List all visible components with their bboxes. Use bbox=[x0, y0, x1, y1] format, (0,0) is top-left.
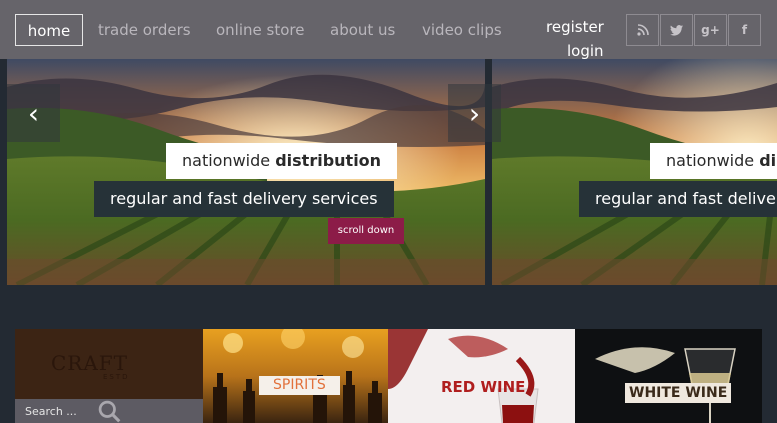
category-tile-spirits[interactable]: SPIRITS bbox=[203, 329, 388, 423]
nav-trade-orders[interactable]: trade orders bbox=[98, 14, 191, 46]
red-wine-glass-image bbox=[388, 329, 575, 423]
page: home trade orders online store about us … bbox=[0, 0, 777, 423]
search-bar bbox=[15, 399, 203, 423]
register-link[interactable]: register bbox=[546, 18, 604, 36]
slide-title: nationwide distribution bbox=[166, 143, 398, 179]
google-plus-icon[interactable]: g+ bbox=[694, 14, 727, 46]
logo-tile: CRAFT ESTD bbox=[15, 329, 203, 423]
category-tile-white-wine[interactable]: WHITE WINE bbox=[575, 329, 762, 423]
tile-label-spirits: SPIRITS bbox=[259, 376, 340, 395]
category-tile-red-wine[interactable]: RED WINE bbox=[388, 329, 575, 423]
slide-title: nationwide distribution bbox=[650, 143, 777, 179]
brand-logo[interactable]: CRAFT bbox=[51, 351, 128, 375]
search-icon[interactable] bbox=[15, 399, 203, 423]
scroll-down-button[interactable]: scroll down bbox=[328, 218, 404, 244]
slide-subtitle: regular and fast delivery services bbox=[94, 181, 394, 217]
hero-slide-1: nationwide distribution regular and fast… bbox=[7, 59, 485, 285]
tile-label-white-wine: WHITE WINE bbox=[625, 383, 732, 403]
tile-label-red-wine: RED WINE bbox=[441, 378, 526, 396]
nav-about-us[interactable]: about us bbox=[330, 14, 395, 46]
brand-logo-subtext: ESTD bbox=[103, 373, 130, 381]
login-link[interactable]: login bbox=[567, 42, 604, 60]
slider-next-arrow-icon[interactable]: › bbox=[448, 84, 501, 142]
rss-icon[interactable] bbox=[626, 14, 659, 46]
nav-online-store[interactable]: online store bbox=[216, 14, 304, 46]
twitter-icon[interactable] bbox=[660, 14, 693, 46]
slider-prev-arrow-icon[interactable]: ‹ bbox=[7, 84, 60, 142]
facebook-icon[interactable]: f bbox=[728, 14, 761, 46]
nav-video-clips[interactable]: video clips bbox=[422, 14, 502, 46]
hero-slide-2: nationwide distribution regular and fast… bbox=[492, 59, 777, 285]
top-navigation-bar: home trade orders online store about us … bbox=[0, 0, 777, 60]
slide-subtitle: regular and fast delivery services bbox=[579, 181, 777, 217]
white-wine-glass-image bbox=[575, 329, 762, 423]
nav-home[interactable]: home bbox=[15, 14, 83, 46]
